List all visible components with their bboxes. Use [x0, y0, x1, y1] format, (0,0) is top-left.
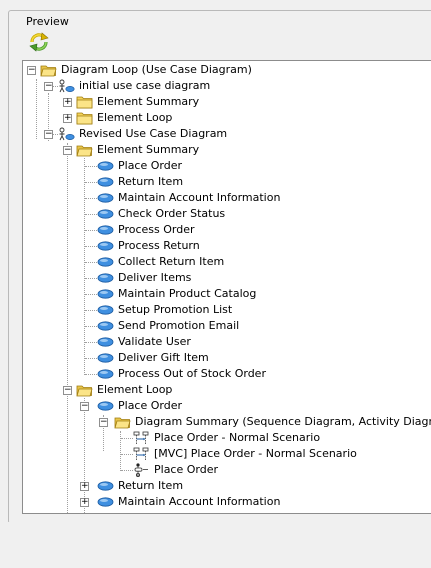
tree-node-label: Deliver Gift Item: [118, 351, 209, 364]
tree-node-use-case[interactable]: Process Return: [97, 238, 200, 254]
use-case-icon: [97, 353, 114, 363]
tree-node-label: Element Loop: [97, 111, 173, 124]
use-case-icon: [97, 161, 114, 171]
use-case-icon: [97, 337, 114, 347]
tree-node-label: Element Summary: [97, 95, 200, 108]
tree-node-sequence-diagram[interactable]: [MVC] Place Order - Normal Scenario: [133, 446, 357, 462]
tree-node-use-case[interactable]: Return Item: [97, 478, 183, 494]
use-case-icon: [97, 401, 114, 411]
tree-node-use-case[interactable]: Send Promotion Email: [97, 318, 239, 334]
tree-node-folder[interactable]: Element Loop: [76, 382, 172, 398]
tree-node-folder[interactable]: Element Loop: [76, 110, 172, 126]
preview-panel-title: Preview: [23, 15, 72, 28]
use-case-icon: [97, 321, 114, 331]
use-case-diagram-icon: [59, 79, 75, 93]
tree-node-use-case[interactable]: Maintain Account Information: [97, 494, 280, 510]
tree-node-diagram[interactable]: Revised Use Case Diagram: [58, 126, 227, 142]
tree-node-label: Check Order Status: [118, 207, 226, 220]
tree-node-label: Maintain Product Catalog: [118, 287, 257, 300]
tree-node-use-case[interactable]: Place Order: [97, 158, 182, 174]
preview-tree[interactable]: − Diagram Loop (Use Case Diagram) − init…: [22, 60, 431, 514]
activity-diagram-icon: [134, 463, 148, 477]
collapse-toggle[interactable]: −: [63, 146, 72, 155]
use-case-diagram-icon: [59, 127, 75, 141]
tree-node-label: Validate User: [118, 335, 191, 348]
tree-node-use-case[interactable]: Maintain Account Information: [97, 190, 280, 206]
sequence-diagram-icon: [133, 447, 149, 460]
use-case-icon: [97, 369, 114, 379]
open-folder-icon: [76, 145, 93, 157]
expand-toggle[interactable]: +: [63, 98, 72, 107]
tree-node-use-case[interactable]: Deliver Items: [97, 270, 191, 286]
tree-node-label: [MVC] Place Order - Normal Scenario: [154, 447, 357, 460]
tree-node-use-case[interactable]: Validate User: [97, 334, 191, 350]
tree-node-label: Maintain Account Information: [118, 495, 281, 508]
tree-node-label: initial use case diagram: [79, 79, 211, 92]
tree-node-label: Maintain Account Information: [118, 191, 281, 204]
use-case-icon: [97, 481, 114, 491]
tree-node-label: Process Out of Stock Order: [118, 367, 266, 380]
tree-node-root[interactable]: Diagram Loop (Use Case Diagram): [40, 62, 252, 78]
tree-node-label: Process Order: [118, 223, 195, 236]
tree-node-label: Place Order: [118, 399, 183, 412]
open-folder-icon: [76, 385, 93, 397]
open-folder-icon: [40, 65, 57, 77]
diagram2-collapse-toggle[interactable]: −: [44, 130, 53, 139]
tree-node-use-case[interactable]: Check Order Status: [97, 206, 225, 222]
tree-node-use-case[interactable]: Process Out of Stock Order: [97, 366, 266, 382]
tree-node-folder[interactable]: Element Summary: [76, 142, 199, 158]
tree-node-label: Return Item: [118, 175, 184, 188]
folder-icon: [76, 96, 93, 109]
tree-node-folder[interactable]: Diagram Summary (Sequence Diagram, Activ…: [114, 414, 431, 430]
use-case-icon: [97, 497, 114, 507]
tree-node-label: Send Promotion Email: [118, 319, 240, 332]
expand-toggle[interactable]: +: [80, 498, 89, 507]
collapse-toggle[interactable]: −: [63, 386, 72, 395]
use-case-icon: [97, 241, 114, 251]
tree-node-label: Element Loop: [97, 383, 173, 396]
tree-node-use-case[interactable]: Place Order: [97, 398, 182, 414]
bottom-area: [0, 522, 431, 568]
tree-node-diagram[interactable]: initial use case diagram: [58, 78, 210, 94]
tree-node-label: Deliver Items: [118, 271, 192, 284]
collapse-toggle[interactable]: −: [80, 402, 89, 411]
open-folder-icon: [114, 417, 131, 429]
tree-node-label: Diagram Summary (Sequence Diagram, Activ…: [135, 415, 431, 428]
tree-node-sequence-diagram[interactable]: Place Order - Normal Scenario: [133, 430, 320, 446]
use-case-icon: [97, 209, 114, 219]
tree-node-use-case[interactable]: Setup Promotion List: [97, 302, 232, 318]
tree-node-use-case[interactable]: Deliver Gift Item: [97, 350, 209, 366]
refresh-icon[interactable]: [28, 31, 50, 53]
tree-node-label: Element Summary: [97, 143, 200, 156]
folder-icon: [76, 112, 93, 125]
diagram1-collapse-toggle[interactable]: −: [44, 82, 53, 91]
expand-toggle[interactable]: +: [63, 114, 72, 123]
tree-node-label: Place Order: [118, 159, 183, 172]
tree-node-folder[interactable]: Element Summary: [76, 94, 199, 110]
tree-node-label: Revised Use Case Diagram: [79, 127, 228, 140]
tree-node-label: Return Item: [118, 479, 184, 492]
use-case-icon: [97, 257, 114, 267]
tree-node-use-case[interactable]: Collect Return Item: [97, 254, 224, 270]
tree-node-label: Collect Return Item: [118, 255, 225, 268]
tree-node-label: Place Order - Normal Scenario: [154, 431, 321, 444]
tree-node-label: Process Return: [118, 239, 200, 252]
tree-node-activity-diagram[interactable]: Place Order: [133, 462, 218, 478]
tree-node-use-case[interactable]: Process Order: [97, 222, 194, 238]
tree-node-use-case[interactable]: Maintain Product Catalog: [97, 286, 256, 302]
use-case-icon: [97, 193, 114, 203]
tree-node-use-case[interactable]: Return Item: [97, 174, 183, 190]
use-case-icon: [97, 289, 114, 299]
sequence-diagram-icon: [133, 431, 149, 444]
use-case-icon: [97, 225, 114, 235]
tree-node-label: Setup Promotion List: [118, 303, 233, 316]
use-case-icon: [97, 177, 114, 187]
use-case-icon: [97, 305, 114, 315]
tree-node-label: Place Order: [154, 463, 219, 476]
expand-toggle[interactable]: +: [80, 482, 89, 491]
root-collapse-toggle[interactable]: −: [27, 66, 36, 75]
tree-node-label: Diagram Loop (Use Case Diagram): [61, 63, 252, 76]
use-case-icon: [97, 273, 114, 283]
collapse-toggle[interactable]: −: [99, 418, 108, 427]
